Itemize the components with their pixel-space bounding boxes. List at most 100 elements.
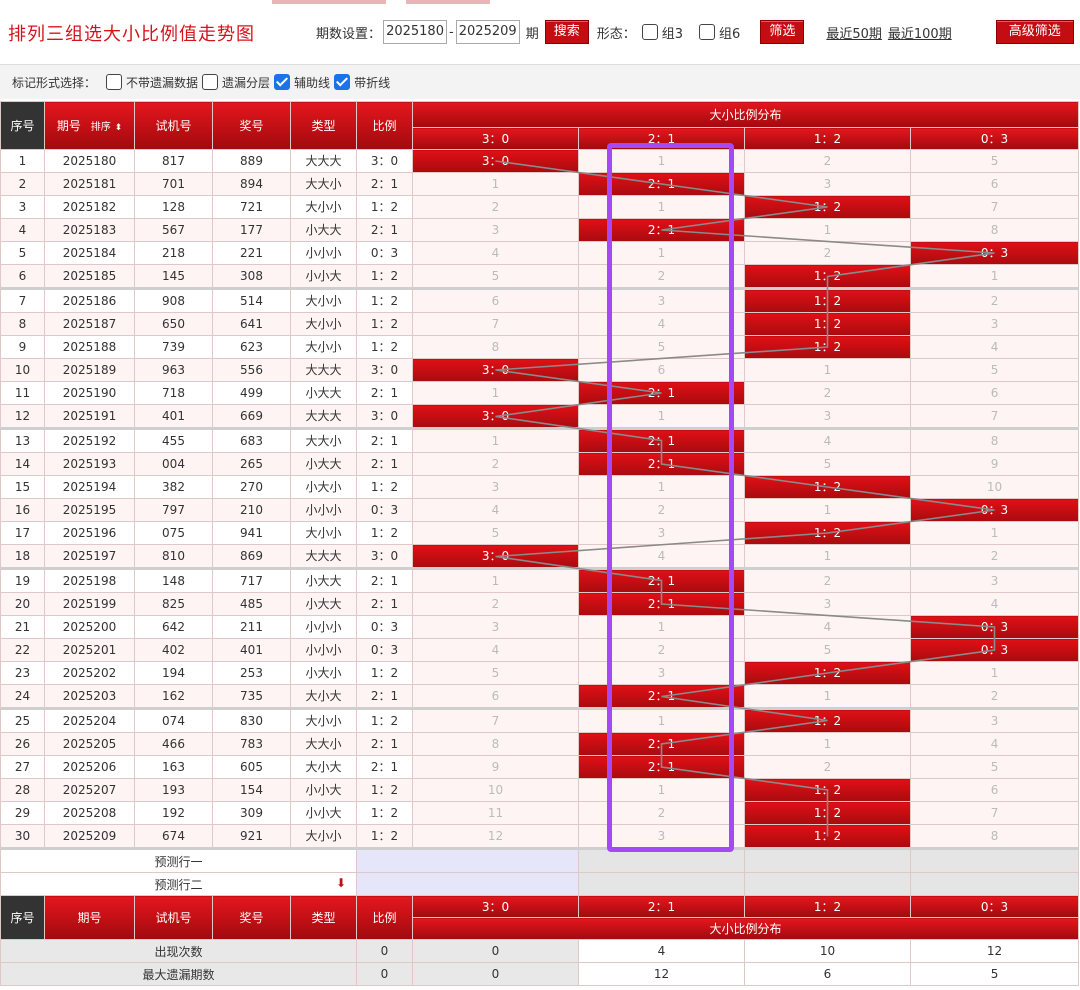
ratio-cell: 0：3 xyxy=(356,638,413,662)
miss-cell: 5 xyxy=(412,661,579,685)
miss-cell: 1 xyxy=(744,732,911,756)
miss-cell: 2 xyxy=(578,801,745,825)
hit-cell: 1：2 xyxy=(744,708,911,733)
advanced-filter-button[interactable]: 高级筛选 xyxy=(995,20,1074,44)
recent100-link[interactable]: 最近100期 xyxy=(888,23,952,42)
col-period-label: 期号 xyxy=(56,119,81,133)
type-cell: 大小小 xyxy=(290,335,357,359)
sort-label[interactable]: 排序 xyxy=(91,122,111,133)
period-dash: - xyxy=(449,24,454,40)
top-tab-strip xyxy=(406,0,490,4)
hit-cell: 0：3 xyxy=(909,638,1080,662)
col-period[interactable]: 期号 排序 ⬍ xyxy=(44,101,135,150)
draw-cell: 830 xyxy=(212,708,291,733)
predict-cell[interactable] xyxy=(744,872,911,896)
sort-arrows-icon[interactable]: ⬍ xyxy=(115,123,123,133)
period-cell: 2025196 xyxy=(44,521,135,545)
test-cell: 963 xyxy=(134,358,213,382)
draw-cell: 221 xyxy=(212,241,291,265)
table-row: 28 2025207 193 154 小小大 1：2 10 1 1：2 6 xyxy=(0,778,1080,802)
ratio-cell: 2：1 xyxy=(356,732,413,756)
predict-cell[interactable] xyxy=(909,872,1080,896)
draw-cell: 253 xyxy=(212,661,291,685)
miss-cell: 1 xyxy=(744,544,911,570)
summary-value: 6 xyxy=(744,962,911,986)
table-row: 10 2025189 963 556 大大大 3：0 3：0 6 1 5 xyxy=(0,358,1080,382)
miss-cell: 4 xyxy=(909,335,1080,359)
footer-col-ratio-2-1: 2：1 xyxy=(578,895,745,918)
period-end-input[interactable]: 2025209 xyxy=(455,20,520,44)
seq-cell: 10 xyxy=(0,358,45,382)
table-row: 19 2025198 148 717 小大大 2：1 1 2：1 2 3 xyxy=(0,568,1080,593)
miss-cell: 5 xyxy=(412,521,579,545)
search-button[interactable]: 搜索 xyxy=(544,20,589,44)
seq-cell: 5 xyxy=(0,241,45,265)
hit-cell: 2：1 xyxy=(578,218,745,242)
table-row: 6 2025185 145 308 小小大 1：2 5 2 1：2 1 xyxy=(0,264,1080,290)
hit-cell: 0：3 xyxy=(909,241,1080,265)
test-cell: 148 xyxy=(134,568,213,593)
type-cell: 大大大 xyxy=(290,404,357,430)
draw-cell: 921 xyxy=(212,824,291,850)
table-row: 24 2025203 162 735 大小大 2：1 6 2：1 1 2 xyxy=(0,684,1080,710)
period-cell: 2025203 xyxy=(44,684,135,710)
mark-checkbox-no-miss[interactable] xyxy=(106,74,123,90)
draw-cell: 941 xyxy=(212,521,291,545)
test-cell: 401 xyxy=(134,404,213,430)
table-row: 12 2025191 401 669 大大大 3：0 3：0 1 3 7 xyxy=(0,404,1080,430)
miss-cell: 1 xyxy=(909,264,1080,290)
miss-cell: 4 xyxy=(578,544,745,570)
miss-cell: 7 xyxy=(412,312,579,336)
mark-checkbox-layer[interactable] xyxy=(202,74,219,90)
predict-cell[interactable] xyxy=(356,872,579,896)
recent50-link[interactable]: 最近50期 xyxy=(826,23,882,42)
seq-cell: 15 xyxy=(0,475,45,499)
hit-cell: 2：1 xyxy=(578,592,745,616)
period-cell: 2025208 xyxy=(44,801,135,825)
period-cell: 2025182 xyxy=(44,195,135,219)
seq-cell: 21 xyxy=(0,615,45,639)
summary-value: 0 xyxy=(356,939,413,963)
ratio-cell: 2：1 xyxy=(356,684,413,710)
test-cell: 908 xyxy=(134,288,213,313)
miss-cell: 4 xyxy=(744,615,911,639)
predict-cell[interactable] xyxy=(744,848,911,873)
col-ratio-1-2: 1：2 xyxy=(744,127,911,150)
miss-cell: 1 xyxy=(412,172,579,196)
type-cell: 大小小 xyxy=(290,521,357,545)
period-cell: 2025199 xyxy=(44,592,135,616)
miss-cell: 6 xyxy=(909,172,1080,196)
hit-cell: 2：1 xyxy=(578,684,745,710)
group3-checkbox[interactable] xyxy=(641,24,658,40)
predict-cell[interactable] xyxy=(356,848,579,873)
miss-cell: 10 xyxy=(909,475,1080,499)
type-cell: 小大小 xyxy=(290,661,357,685)
group6-checkbox[interactable] xyxy=(699,24,716,40)
mark-checkbox-aux-line[interactable] xyxy=(274,74,291,90)
period-start-input[interactable]: 2025180 xyxy=(383,20,448,44)
miss-cell: 6 xyxy=(909,778,1080,802)
predict-cell[interactable] xyxy=(578,872,745,896)
draw-cell: 869 xyxy=(212,544,291,570)
period-cell: 2025205 xyxy=(44,732,135,756)
period-cell: 2025186 xyxy=(44,288,135,313)
arrow-down-icon[interactable]: ⬇ xyxy=(336,876,346,890)
miss-cell: 1 xyxy=(909,661,1080,685)
seq-cell: 8 xyxy=(0,312,45,336)
table-row: 22 2025201 402 401 小小小 0：3 4 2 5 0：3 xyxy=(0,638,1080,662)
filter-button[interactable]: 筛选 xyxy=(760,20,805,44)
group6-label: 组6 xyxy=(719,26,741,42)
mark-checkbox-polyline[interactable] xyxy=(334,74,351,90)
predict-cell[interactable] xyxy=(578,848,745,873)
type-cell: 小大大 xyxy=(290,381,357,405)
seq-cell: 12 xyxy=(0,404,45,430)
col-ratio-2-1: 2：1 xyxy=(578,127,745,150)
col-seq: 序号 xyxy=(0,101,45,150)
table-row: 23 2025202 194 253 小大小 1：2 5 3 1：2 1 xyxy=(0,661,1080,685)
miss-cell: 8 xyxy=(412,335,579,359)
miss-cell: 12 xyxy=(412,824,579,850)
test-cell: 075 xyxy=(134,521,213,545)
period-cell: 2025189 xyxy=(44,358,135,382)
predict-cell[interactable] xyxy=(909,848,1080,873)
miss-cell: 8 xyxy=(909,428,1080,453)
